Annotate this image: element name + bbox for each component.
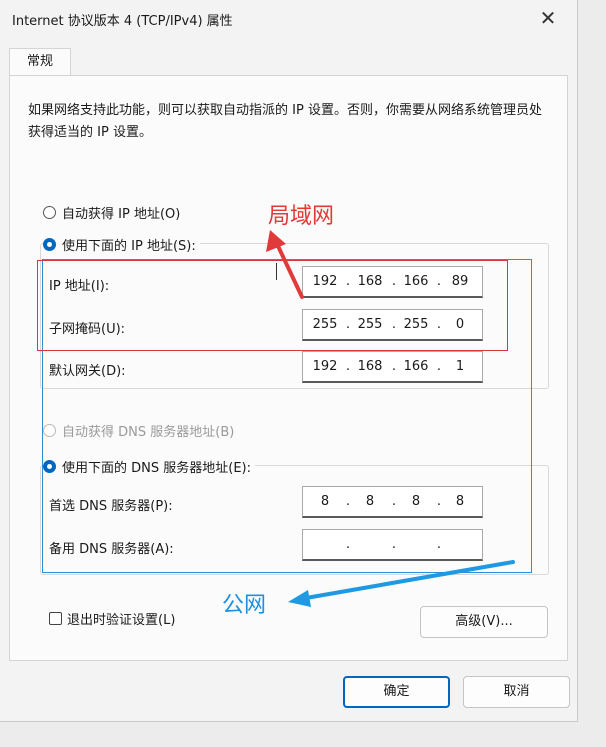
wan-arrow-icon bbox=[288, 560, 515, 607]
lan-arrow-icon bbox=[266, 230, 304, 299]
annotation-arrows bbox=[266, 230, 515, 607]
